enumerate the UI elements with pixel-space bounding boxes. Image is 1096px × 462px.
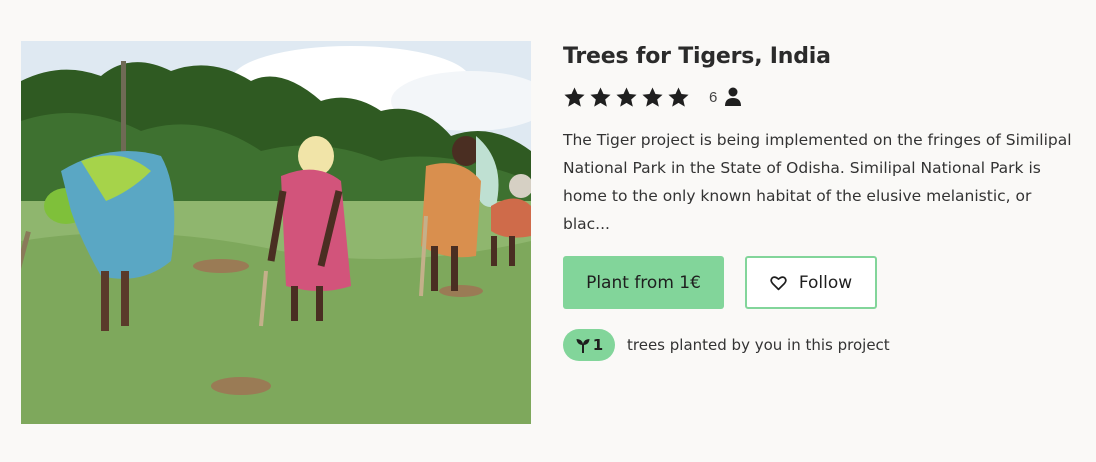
star-rating — [563, 86, 690, 109]
heart-icon — [770, 275, 787, 290]
action-buttons: Plant from 1€ Follow — [563, 256, 1083, 309]
person-icon — [725, 87, 742, 106]
planted-count: 1 — [592, 336, 604, 354]
star-icon — [590, 86, 611, 107]
sprout-icon — [576, 339, 590, 353]
follow-button[interactable]: Follow — [745, 256, 877, 309]
project-info: Trees for Tigers, India 6 The Tiger proj… — [563, 40, 1083, 361]
star-icon — [564, 86, 585, 107]
planted-count-badge: 1 — [563, 329, 615, 361]
star-icon — [616, 86, 637, 107]
star-icon — [642, 86, 663, 107]
planted-row: 1 trees planted by you in this project — [563, 329, 1083, 361]
rating-row: 6 — [563, 84, 1083, 110]
project-description: The Tiger project is being implemented o… — [563, 131, 1072, 233]
star-icon — [668, 86, 689, 107]
plant-button[interactable]: Plant from 1€ — [563, 256, 724, 309]
project-photo[interactable] — [21, 41, 531, 424]
project-title: Trees for Tigers, India — [563, 44, 831, 69]
project-card: Trees for Tigers, India 6 The Tiger proj… — [0, 0, 1096, 462]
rating-count: 6 — [709, 88, 718, 106]
planted-text: trees planted by you in this project — [627, 336, 890, 354]
project-photo-illustration — [21, 41, 531, 424]
follow-label: Follow — [798, 272, 853, 293]
